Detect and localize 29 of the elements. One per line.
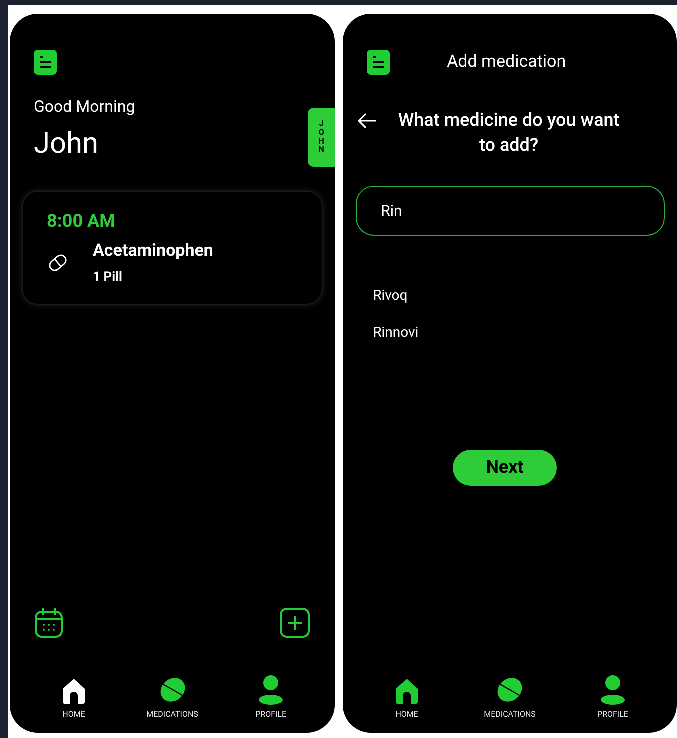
document-icon [367, 50, 390, 76]
suggestion-item[interactable]: Rivoq [373, 286, 647, 307]
nav-tab[interactable]: HOME [34, 677, 114, 721]
suggestion-item[interactable]: Rinnovi [373, 322, 647, 344]
document-icon [34, 50, 57, 75]
screen-title: Add medication [447, 51, 566, 74]
nav-tab[interactable]: MEDICATIONS [132, 675, 213, 721]
nav-tab[interactable]: HOME [367, 677, 448, 721]
nav-tab[interactable]: PROFILE [231, 675, 312, 721]
calendar-icon[interactable] [34, 607, 64, 639]
name-tab[interactable]: JOHN [308, 108, 336, 167]
nav-tab[interactable]: MEDICATIONS [470, 675, 550, 721]
search-field[interactable]: Rin [356, 186, 665, 236]
person-icon [258, 675, 284, 705]
dose-amount: 1 Pill [93, 269, 124, 287]
medicine-name: Acetaminophen [93, 240, 214, 262]
pill-icon [47, 252, 69, 274]
name-tab-label: JOHN [318, 120, 326, 156]
add-icon[interactable] [279, 607, 312, 639]
greeting: Good Morning [34, 96, 136, 118]
back-arrow-icon[interactable] [357, 112, 378, 130]
dose-card[interactable]: 8:00 AM Acetaminophen 1 Pill [22, 190, 324, 304]
person-icon [600, 675, 626, 705]
dose-time: 8:00 AM [47, 210, 116, 234]
user-name: John [34, 126, 99, 163]
home-icon [60, 677, 88, 705]
next-button[interactable]: Next [453, 450, 558, 486]
question: What medicine do you want to add? [397, 108, 621, 158]
nav-tab[interactable]: PROFILE [572, 675, 653, 721]
